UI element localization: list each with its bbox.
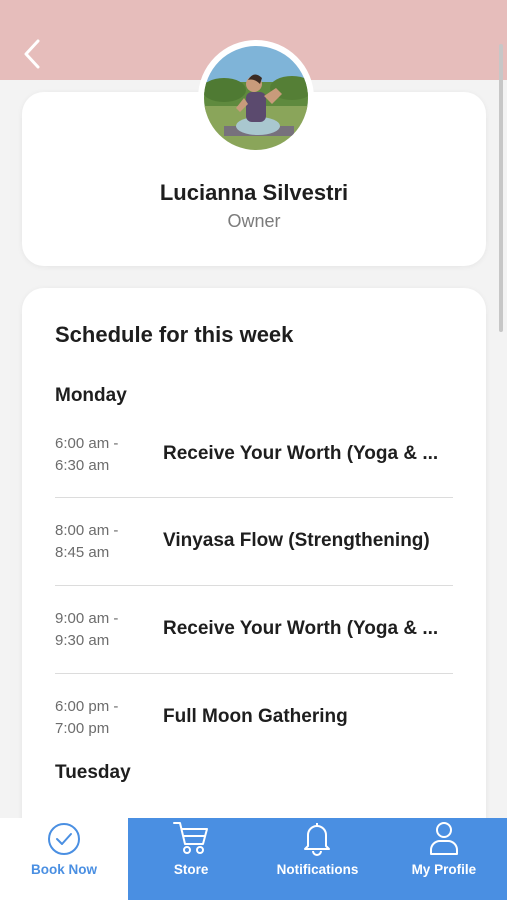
tab-label: Notifications xyxy=(276,862,359,877)
bell-icon xyxy=(300,820,334,856)
class-name: Receive Your Worth (Yoga & ... xyxy=(163,443,439,464)
class-name: Full Moon Gathering xyxy=(163,706,348,727)
class-row[interactable]: 9:00 am - 9:30 am Receive Your Worth (Yo… xyxy=(55,608,453,696)
profile-name: Lucianna Silvestri xyxy=(159,180,349,205)
tab-my-profile[interactable]: My Profile xyxy=(381,818,507,900)
scrollbar[interactable] xyxy=(499,44,503,332)
check-circle-icon xyxy=(47,820,81,856)
class-time: 6:00 am - 6:30 am xyxy=(55,435,119,474)
day-label-tuesday: Tuesday xyxy=(55,762,131,783)
back-button[interactable] xyxy=(18,38,46,74)
class-row[interactable]: 8:00 am - 8:45 am Vinyasa Flow (Strength… xyxy=(55,520,453,608)
cart-icon xyxy=(172,820,210,856)
class-name: Receive Your Worth (Yoga & ... xyxy=(163,618,439,639)
tab-store[interactable]: Store xyxy=(128,818,254,900)
class-time: 6:00 pm - 7:00 pm xyxy=(55,698,119,737)
class-row[interactable]: 6:00 am - 6:30 am Receive Your Worth (Yo… xyxy=(55,433,453,521)
class-name: Vinyasa Flow (Strengthening) xyxy=(163,530,430,551)
tab-label: Store xyxy=(173,862,209,877)
tab-label: My Profile xyxy=(411,862,477,877)
schedule-title: Schedule for this week xyxy=(55,322,294,347)
tab-bar: Book Now Store Notifications My Profile xyxy=(0,818,507,900)
tab-group: Store Notifications My Profile xyxy=(128,818,507,900)
class-time: 9:00 am - 9:30 am xyxy=(55,610,119,649)
class-time: 8:00 am - 8:45 am xyxy=(55,522,119,561)
tab-book-now[interactable]: Book Now xyxy=(0,818,128,900)
profile-role: Owner xyxy=(227,211,281,231)
tab-label: Book Now xyxy=(31,862,97,877)
row-divider xyxy=(55,673,453,674)
chevron-left-icon xyxy=(23,38,41,75)
day-label-monday: Monday xyxy=(55,385,127,406)
row-divider xyxy=(55,585,453,586)
row-divider xyxy=(55,497,453,498)
tab-notifications[interactable]: Notifications xyxy=(254,818,380,900)
avatar xyxy=(204,46,308,150)
person-icon xyxy=(427,820,461,856)
